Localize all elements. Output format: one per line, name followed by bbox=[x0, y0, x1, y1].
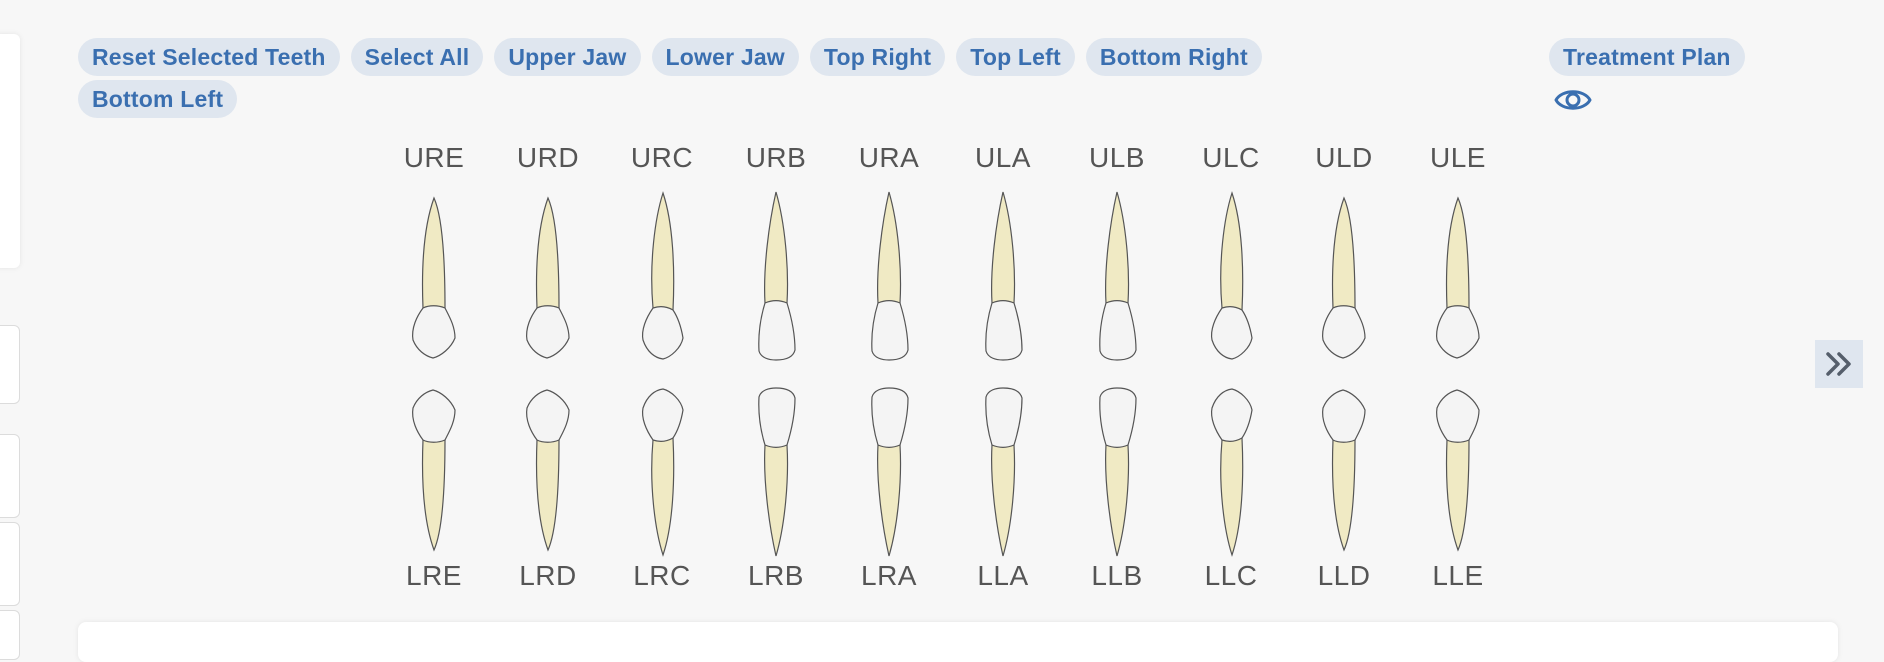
tooth-root bbox=[535, 439, 560, 552]
tooth-root bbox=[877, 444, 902, 557]
tooth-crown bbox=[758, 300, 796, 361]
tooth-crown bbox=[1210, 388, 1253, 442]
side-panel-tab-4[interactable] bbox=[0, 610, 20, 660]
tooth-root bbox=[1331, 439, 1356, 552]
tooth-root bbox=[991, 191, 1016, 304]
tooth-urc[interactable] bbox=[631, 188, 693, 368]
tooth-crown bbox=[1099, 387, 1137, 448]
tooth-ulc[interactable] bbox=[1200, 188, 1262, 368]
tooth-lra[interactable] bbox=[858, 380, 920, 560]
tooth-crown bbox=[641, 306, 684, 360]
bottom-panel bbox=[78, 622, 1838, 662]
tooth-root bbox=[1445, 196, 1470, 309]
tooth-root bbox=[535, 196, 560, 309]
tooth-urb[interactable] bbox=[745, 188, 807, 368]
tooth-label-urc: URC bbox=[630, 142, 694, 173]
tooth-crown bbox=[985, 300, 1023, 361]
side-panel-card bbox=[0, 34, 20, 268]
tooth-crown bbox=[758, 387, 796, 448]
treatment-plan-button[interactable]: Treatment Plan bbox=[1549, 38, 1745, 76]
select-all-button[interactable]: Select All bbox=[350, 38, 484, 76]
tooth-lle[interactable] bbox=[1427, 380, 1489, 560]
tooth-label-lld: LLD bbox=[1317, 560, 1371, 591]
tooth-crown bbox=[985, 387, 1023, 448]
tooth-lrd[interactable] bbox=[517, 380, 579, 560]
tooth-label-ulc: ULC bbox=[1202, 142, 1260, 173]
upper-jaw-button[interactable]: Upper Jaw bbox=[494, 38, 641, 76]
tooth-ule[interactable] bbox=[1427, 188, 1489, 368]
tooth-label-lle: LLE bbox=[1432, 560, 1484, 591]
tooth-ura[interactable] bbox=[858, 188, 920, 368]
tooth-llb[interactable] bbox=[1086, 380, 1148, 560]
tooth-lrb[interactable] bbox=[745, 380, 807, 560]
tooth-lld[interactable] bbox=[1313, 380, 1375, 560]
tooth-label-uld: ULD bbox=[1315, 142, 1373, 173]
tooth-label-lrc: LRC bbox=[633, 560, 691, 591]
lower-jaw-button[interactable]: Lower Jaw bbox=[651, 38, 799, 76]
tooth-ure[interactable] bbox=[403, 188, 465, 368]
tooth-root bbox=[421, 196, 446, 309]
tooth-root bbox=[1331, 196, 1356, 309]
tooth-crown bbox=[641, 388, 684, 442]
tooth-label-ulb: ULB bbox=[1089, 142, 1145, 173]
top-right-button[interactable]: Top Right bbox=[809, 38, 946, 76]
top-left-button[interactable]: Top Left bbox=[956, 38, 1075, 76]
tooth-root bbox=[1220, 191, 1244, 311]
tooth-crown bbox=[412, 305, 456, 359]
tooth-label-lrb: LRB bbox=[748, 560, 804, 591]
tooth-label-lla: LLA bbox=[977, 560, 1029, 591]
tooth-label-llb: LLB bbox=[1091, 560, 1143, 591]
tooth-label-llc: LLC bbox=[1204, 560, 1258, 591]
tooth-label-ula: ULA bbox=[975, 142, 1031, 173]
tooth-root bbox=[1105, 444, 1130, 557]
tooth-label-lrd: LRD bbox=[519, 560, 577, 591]
tooth-label-lra: LRA bbox=[861, 560, 917, 591]
tooth-root bbox=[1220, 437, 1244, 557]
tooth-root bbox=[651, 437, 675, 557]
tooth-crown bbox=[412, 389, 456, 443]
tooth-crown bbox=[1436, 389, 1480, 443]
tooth-lre[interactable] bbox=[403, 380, 465, 560]
bottom-right-button[interactable]: Bottom Right bbox=[1085, 38, 1262, 76]
tooth-crown bbox=[871, 387, 909, 448]
tooth-crown bbox=[1099, 300, 1137, 361]
tooth-label-ura: URA bbox=[858, 142, 920, 173]
tooth-crown bbox=[871, 300, 909, 361]
tooth-root bbox=[764, 444, 789, 557]
side-panel-tab-1[interactable] bbox=[0, 325, 20, 404]
tooth-crown bbox=[1322, 389, 1366, 443]
double-chevron-right-icon bbox=[1826, 352, 1851, 376]
tooth-ula[interactable] bbox=[972, 188, 1034, 368]
tooth-crown bbox=[1436, 305, 1480, 359]
tooth-root bbox=[877, 191, 902, 304]
eye-icon[interactable] bbox=[1553, 82, 1593, 118]
tooth-label-urb: URB bbox=[745, 142, 807, 173]
tooth-root bbox=[421, 439, 446, 552]
tooth-root bbox=[764, 191, 789, 304]
tooth-label-urd: URD bbox=[516, 142, 580, 173]
tooth-crown bbox=[526, 305, 570, 359]
tooth-root bbox=[651, 191, 675, 311]
tooth-root bbox=[1105, 191, 1130, 304]
tooth-lrc[interactable] bbox=[631, 380, 693, 560]
tooth-llc[interactable] bbox=[1200, 380, 1262, 560]
tooth-label-lre: LRE bbox=[406, 560, 462, 591]
side-panel-tab-2[interactable] bbox=[0, 434, 20, 518]
tooth-crown bbox=[526, 389, 570, 443]
tooth-lla[interactable] bbox=[972, 380, 1034, 560]
tooth-root bbox=[991, 444, 1016, 557]
bottom-left-button[interactable]: Bottom Left bbox=[78, 80, 238, 118]
teeth-selection-toolbar: Reset Selected Teeth Select All Upper Ja… bbox=[78, 38, 1398, 118]
tooth-label-ule: ULE bbox=[1430, 142, 1486, 173]
tooth-crown bbox=[1322, 305, 1366, 359]
side-panel-tab-3[interactable] bbox=[0, 522, 20, 606]
tooth-urd[interactable] bbox=[517, 188, 579, 368]
tooth-crown bbox=[1210, 306, 1253, 360]
reset-selected-teeth-button[interactable]: Reset Selected Teeth bbox=[78, 38, 340, 76]
tooth-label-ure: URE bbox=[403, 142, 465, 173]
expand-panel-button[interactable] bbox=[1815, 340, 1863, 388]
tooth-root bbox=[1445, 439, 1470, 552]
tooth-uld[interactable] bbox=[1313, 188, 1375, 368]
tooth-ulb[interactable] bbox=[1086, 188, 1148, 368]
